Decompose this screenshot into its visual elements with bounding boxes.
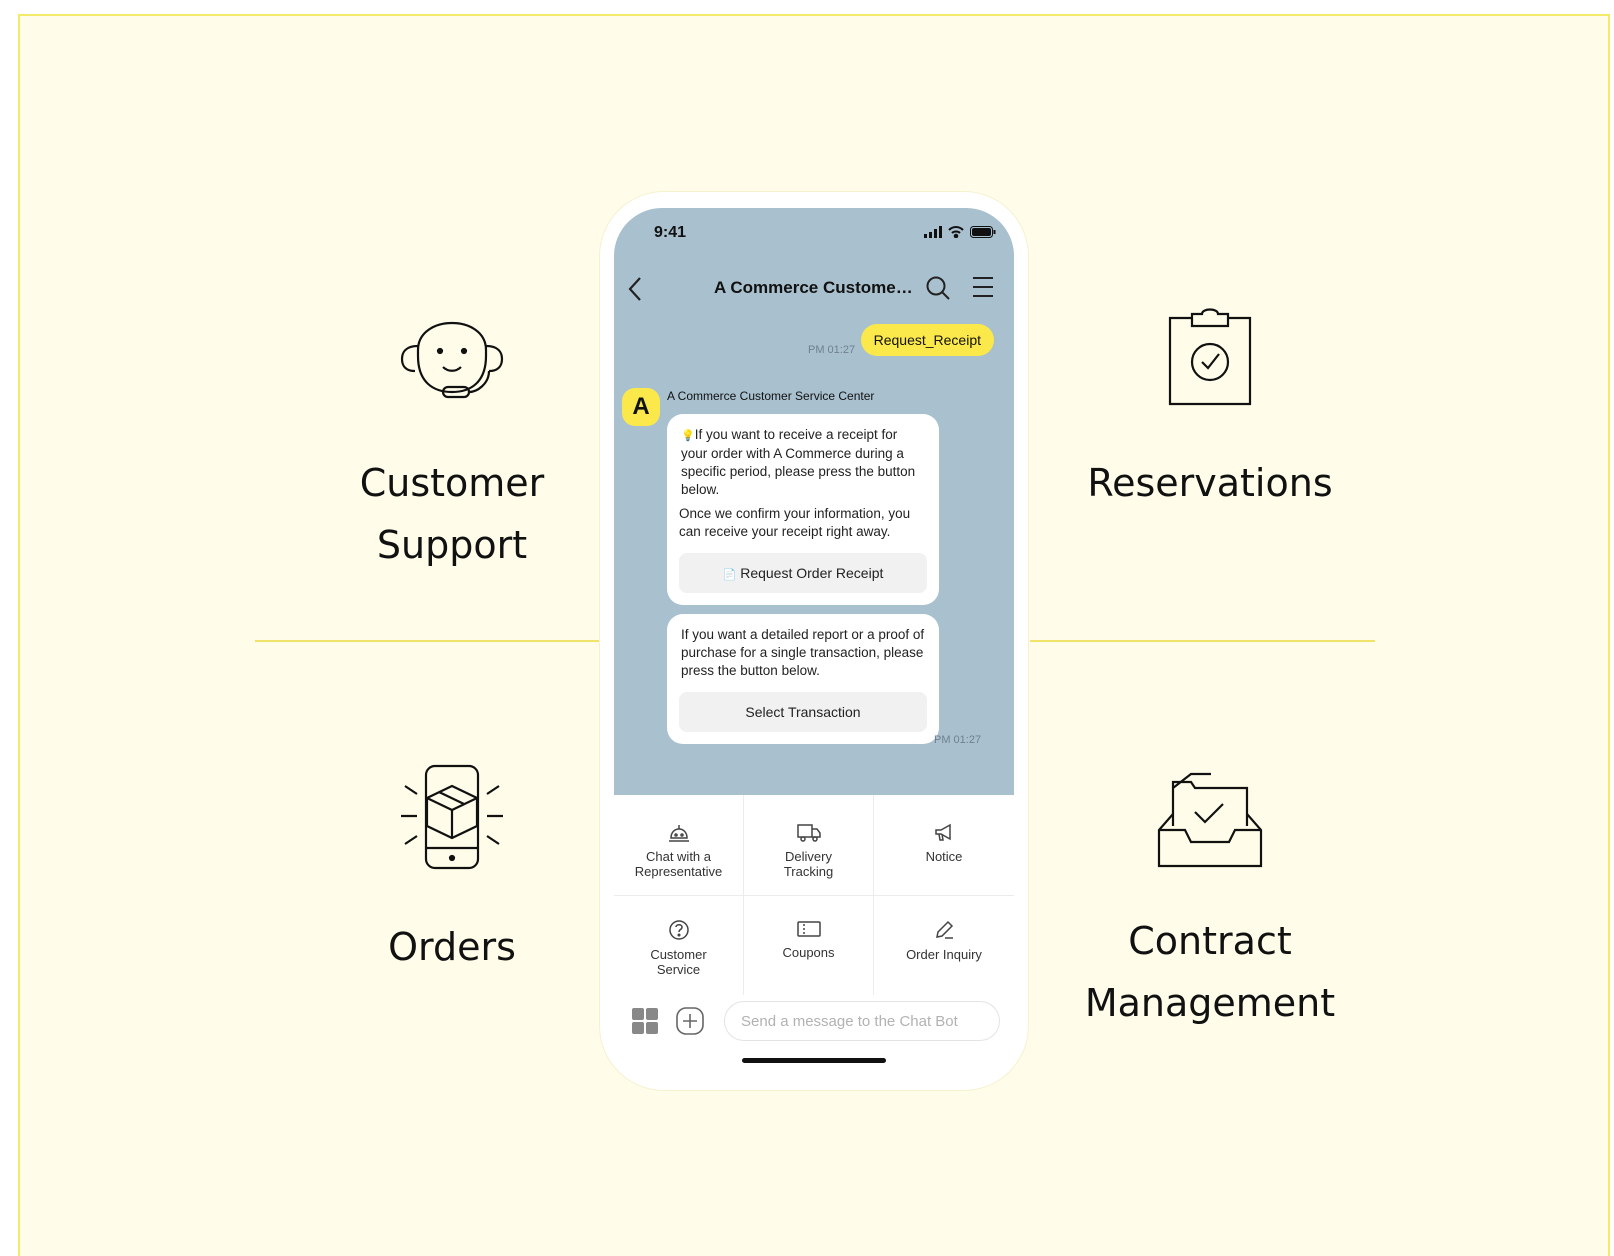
divider-left — [255, 640, 600, 642]
divider-right — [1030, 640, 1375, 642]
menu-label: Chat with a Representative — [634, 849, 723, 879]
search-icon[interactable] — [925, 275, 951, 301]
quick-menu: Chat with a Representative Delivery Trac… — [614, 795, 1014, 995]
lightbulb-icon: 💡 — [681, 430, 695, 442]
message-input[interactable] — [724, 1001, 1000, 1041]
user-message-time: PM 01:27 — [808, 344, 856, 356]
message-input-bar — [614, 995, 1014, 1055]
feature-contract-management: Contract Management — [1030, 770, 1390, 1034]
transaction-card: If you want a detailed report or a proof… — [667, 614, 939, 744]
phone-mockup: 9:41 A Commerce Customer... Request_Rece… — [600, 192, 1028, 1090]
feature-label-customer-support: Customer Support — [359, 461, 545, 567]
headset-agent-icon — [400, 321, 504, 399]
document-icon: 📄 — [722, 569, 737, 581]
feature-label-orders: Orders — [388, 925, 516, 969]
clipboard-check-icon — [1168, 308, 1252, 406]
transaction-card-text: If you want a detailed report or a proof… — [681, 627, 925, 678]
feature-reservations: Reservations — [1030, 304, 1390, 514]
status-icons — [924, 226, 996, 238]
megaphone-icon — [935, 823, 951, 841]
feature-label-reservations: Reservations — [1087, 461, 1333, 505]
menu-label: Customer Service — [650, 947, 707, 977]
feature-label-contract-management: Contract Management — [1084, 919, 1336, 1025]
menu-label: Notice — [925, 849, 963, 864]
user-message-bubble: Request_Receipt — [860, 324, 994, 356]
bot-message-time: PM 01:27 — [934, 734, 982, 746]
menu-label: Delivery Tracking — [783, 849, 834, 879]
battery-icon — [970, 226, 996, 238]
receipt-card-text: 💡If you want to receive a receipt for yo… — [681, 427, 916, 497]
coupon-icon — [796, 921, 821, 937]
back-arrow-icon[interactable] — [626, 276, 646, 302]
feature-customer-support: Customer Support — [272, 304, 632, 576]
inbox-folder-check-icon — [1157, 772, 1263, 868]
chat-area[interactable]: 9:41 A Commerce Customer... Request_Rece… — [614, 208, 1014, 795]
home-indicator — [742, 1058, 886, 1063]
select-transaction-button[interactable]: Select Transaction — [679, 692, 927, 732]
chat-title: A Commerce Customer... — [714, 278, 914, 297]
service-bell-icon — [668, 825, 689, 842]
request-order-receipt-label: Request Order Receipt — [740, 565, 884, 581]
menu-icon[interactable] — [971, 276, 995, 298]
request-order-receipt-button[interactable]: 📄 Request Order Receipt — [679, 553, 927, 593]
sender-name: A Commerce Customer Service Center — [667, 389, 875, 403]
status-time: 9:41 — [654, 224, 687, 241]
menu-label: Order Inquiry — [906, 947, 982, 962]
receipt-card: 💡If you want to receive a receipt for yo… — [667, 414, 939, 605]
pencil-icon — [936, 920, 954, 939]
phone-package-icon — [401, 764, 503, 870]
chat-header: A Commerce Customer... — [614, 270, 1014, 310]
wifi-icon — [948, 226, 964, 238]
menu-delivery-tracking[interactable]: Delivery Tracking — [744, 823, 873, 923]
menu-label: Coupons — [782, 945, 835, 960]
menu-notice[interactable]: Notice — [874, 823, 1014, 923]
signal-icon — [924, 226, 942, 238]
grid-menu-icon[interactable] — [632, 1008, 658, 1034]
question-circle-icon — [668, 920, 689, 940]
bot-avatar[interactable]: A — [622, 388, 660, 426]
plus-icon[interactable] — [676, 1007, 704, 1035]
receipt-card-note: Once we confirm your information, you ca… — [679, 506, 911, 539]
menu-chat-representative[interactable]: Chat with a Representative — [614, 823, 743, 923]
feature-orders: Orders — [272, 764, 632, 978]
phone-screen: 9:41 A Commerce Customer... Request_Rece… — [614, 208, 1014, 1070]
truck-icon — [796, 824, 821, 842]
